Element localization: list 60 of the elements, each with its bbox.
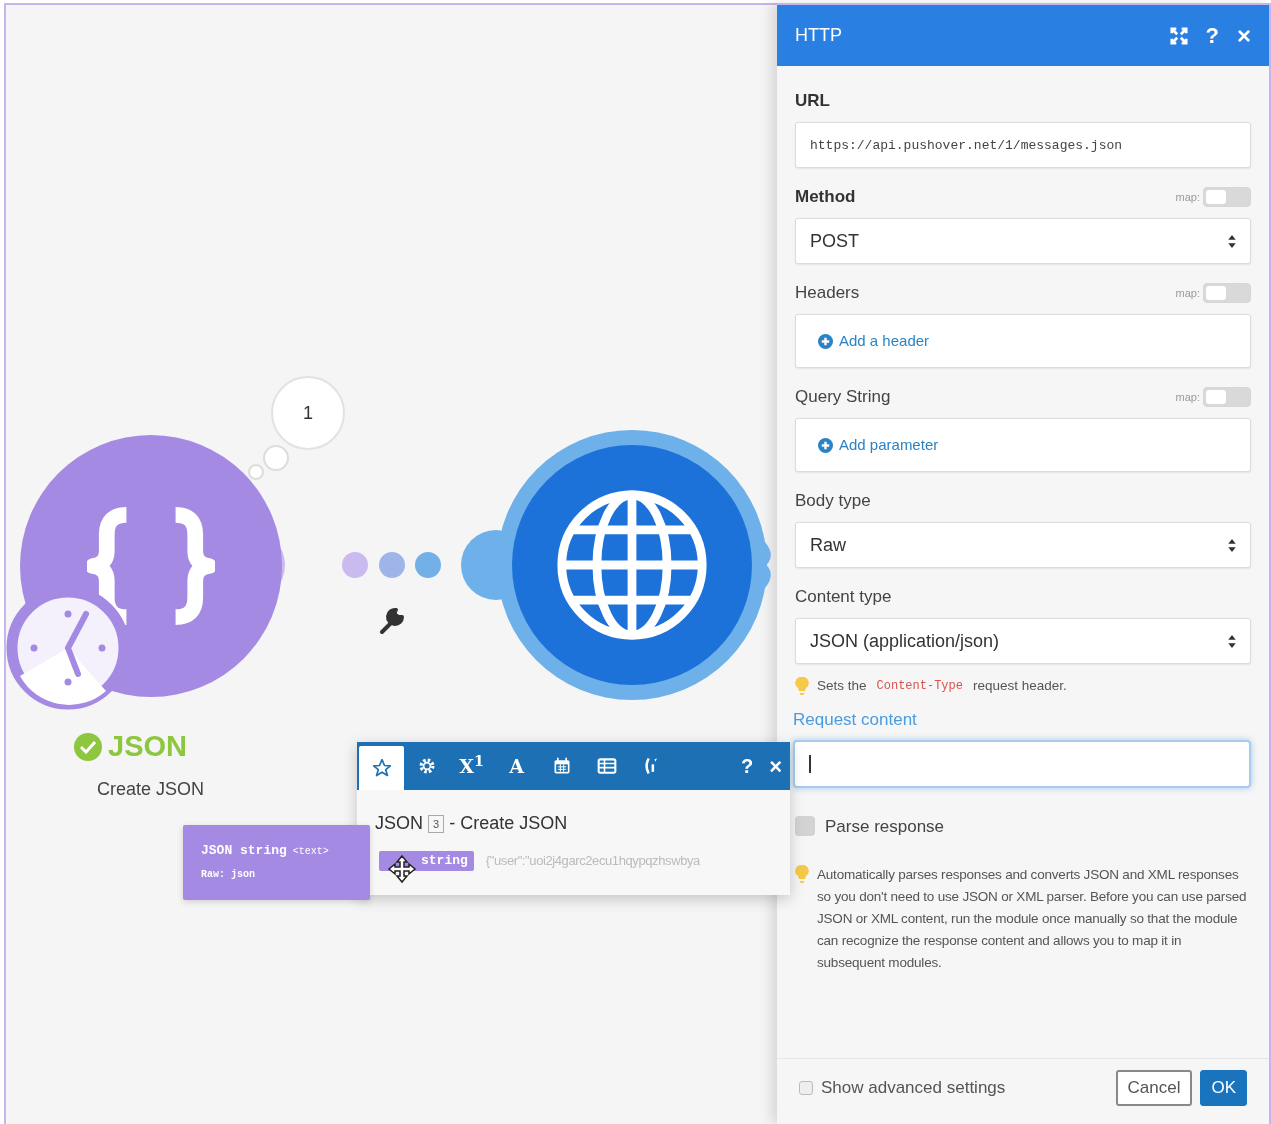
braces-icon xyxy=(87,507,215,625)
module-title: JSON xyxy=(108,732,187,761)
add-link[interactable]: Add parameter xyxy=(818,433,939,457)
field-label: Content type xyxy=(795,586,892,609)
map-label: map: xyxy=(1175,389,1200,405)
help-text: Sets the xyxy=(817,677,867,695)
help-button[interactable]: ? xyxy=(1205,24,1219,47)
module-name: JSON xyxy=(375,812,423,835)
tooltip-title: JSON string xyxy=(201,842,287,860)
sort-icon xyxy=(1228,234,1236,248)
module-title: - Create JSON xyxy=(449,812,568,835)
select-field[interactable]: JSON (application/json) xyxy=(795,618,1251,664)
help-text: Automatically parses responses and converts JSON and XML responses so you don't need to use JSON or XML parser. Before you can use parsed JSON or XML content, run the module once manually so that the module can recognize the response content and allows you to map it in subsequent modules. xyxy=(817,866,1247,973)
close-button[interactable]: × xyxy=(1237,23,1251,48)
checkbox[interactable] xyxy=(799,1080,813,1095)
move-cursor-icon xyxy=(387,854,417,884)
cancel-button[interactable]: Cancel xyxy=(1115,1069,1193,1106)
module-number: 3 xyxy=(428,814,445,833)
close-button[interactable]: × xyxy=(769,749,782,783)
table-icon xyxy=(596,756,617,776)
map-toggle[interactable] xyxy=(1203,283,1251,303)
url-field[interactable]: https://api.pushover.net/1/messages.json xyxy=(795,122,1251,168)
add-link[interactable]: Add a header xyxy=(818,329,930,353)
field-label: Request content xyxy=(793,708,917,731)
field-label: Query String xyxy=(795,386,891,409)
tooltip-type: <text> xyxy=(292,845,329,859)
map-toggle[interactable] xyxy=(1203,387,1251,407)
map-toggle[interactable] xyxy=(1203,187,1251,207)
field-label: URL xyxy=(795,90,830,113)
select-field[interactable]: Raw xyxy=(795,522,1251,568)
checkbox-label: Parse response xyxy=(825,815,945,838)
ok-button[interactable]: OK xyxy=(1200,1069,1247,1106)
module-subtitle: Create JSON xyxy=(97,778,205,801)
expand-icon[interactable] xyxy=(1169,26,1188,45)
select-field[interactable]: POST xyxy=(795,218,1251,264)
toolbar-tab[interactable]: X$^{1}$ xyxy=(449,744,494,788)
star-icon xyxy=(371,758,392,778)
checkbox-label: Show advanced settings xyxy=(821,1076,1006,1099)
sort-icon xyxy=(1228,538,1236,552)
map-label: map: xyxy=(1175,285,1200,301)
request-content-field[interactable] xyxy=(793,740,1251,789)
plus-icon xyxy=(818,437,833,453)
toolbar-tab[interactable] xyxy=(359,746,404,790)
plus-icon xyxy=(818,333,833,349)
item-value: {"user":"uoi2j4garc2ecu1hqypqzhswbya xyxy=(485,852,700,871)
help-text: request header. xyxy=(972,677,1067,695)
field-label: Method xyxy=(795,186,856,209)
toolbar-tab[interactable]: A xyxy=(494,744,539,788)
panel-title: HTTP xyxy=(795,24,842,47)
code-text: Content-Type xyxy=(876,678,963,696)
sort-icon xyxy=(1228,634,1236,648)
map-label: map: xyxy=(1175,189,1200,205)
help-button[interactable]: ? xyxy=(740,751,754,781)
lightbulb-icon xyxy=(795,864,809,885)
lightbulb-icon xyxy=(795,676,809,696)
field-label: Headers xyxy=(795,282,860,305)
globe-icon xyxy=(554,487,710,643)
field-label: Body type xyxy=(795,490,871,513)
checkbox[interactable] xyxy=(795,816,815,837)
tooltip-detail: Raw: json xyxy=(201,867,256,882)
